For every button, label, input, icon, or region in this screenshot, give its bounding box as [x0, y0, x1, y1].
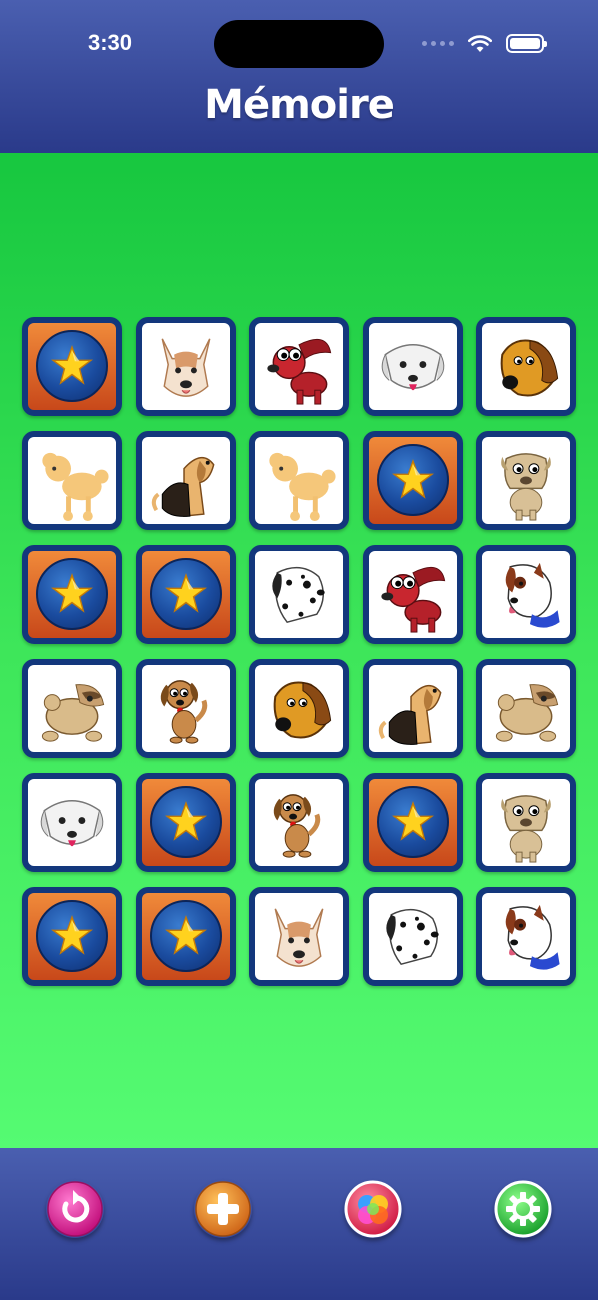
dalmatian-icon [385, 909, 439, 966]
star-icon [36, 558, 108, 630]
memory-card-face-down[interactable] [135, 545, 236, 644]
status-time: 3:30 [88, 30, 133, 55]
restart-icon [47, 1181, 103, 1237]
puppy-icon [273, 794, 321, 858]
shaggy-dog-icon [41, 684, 105, 742]
red-dog-icon [380, 566, 445, 633]
wifi-icon [468, 34, 492, 52]
pug-icon [501, 795, 551, 863]
game-board [0, 153, 598, 1148]
themes-button[interactable] [344, 1180, 402, 1238]
memory-card-dalmatian[interactable] [362, 887, 463, 986]
pitbull-icon [161, 338, 210, 397]
memory-card-bull-terrier[interactable] [476, 545, 576, 644]
memory-card-face-down[interactable] [135, 773, 236, 872]
memory-card-face-down[interactable] [22, 887, 122, 986]
memory-card-poodle[interactable] [249, 431, 349, 530]
memory-card-face-down[interactable] [135, 887, 236, 986]
poodle-icon [269, 452, 336, 522]
memory-card-puppy[interactable] [249, 773, 349, 872]
star-icon [36, 330, 108, 402]
memory-card-shaggy-dog[interactable] [22, 659, 122, 758]
memory-card-face-down[interactable] [362, 431, 463, 530]
gear-icon [494, 1180, 552, 1238]
star-icon [149, 786, 222, 858]
memory-card-shaggy-dog[interactable] [476, 659, 576, 758]
memory-card-beagle[interactable] [135, 431, 236, 530]
memory-card-red-dog[interactable] [249, 317, 349, 416]
memory-card-pitbull[interactable] [249, 887, 349, 986]
memory-card-beagle[interactable] [362, 659, 463, 758]
add-button[interactable] [194, 1180, 252, 1238]
card-grid [22, 317, 576, 986]
star-icon [36, 900, 108, 972]
memory-card-face-down[interactable] [22, 545, 122, 644]
memory-card-bull-terrier[interactable] [476, 887, 576, 986]
white-dog-icon [381, 344, 444, 391]
poodle-icon [42, 452, 109, 522]
beagle-icon [378, 685, 441, 745]
dalmatian-icon [272, 567, 325, 624]
shaggy-dog-icon [495, 684, 559, 742]
memory-card-pug[interactable] [476, 431, 576, 530]
brown-dog-icon [500, 339, 559, 397]
memory-card-white-dog[interactable] [22, 773, 122, 872]
memory-card-puppy[interactable] [135, 659, 236, 758]
memory-card-dalmatian[interactable] [249, 545, 349, 644]
signal-icon [422, 41, 454, 46]
page-title: Mémoire [204, 82, 395, 128]
beagle-icon [151, 457, 214, 517]
header: 3:30 Mémoire [0, 0, 598, 153]
plus-icon [195, 1181, 251, 1237]
dynamic-island [214, 20, 384, 68]
bottom-toolbar [0, 1148, 598, 1300]
star-icon [376, 444, 449, 516]
star-icon [149, 558, 222, 630]
white-dog-icon [40, 800, 104, 847]
memory-card-pug[interactable] [476, 773, 576, 872]
bull-terrier-icon [505, 904, 560, 970]
memory-card-poodle[interactable] [22, 431, 122, 530]
memory-card-red-dog[interactable] [362, 545, 463, 644]
puppy-icon [160, 680, 207, 744]
red-dog-icon [267, 338, 332, 405]
pug-icon [501, 453, 551, 521]
bull-terrier-icon [505, 562, 560, 628]
settings-button[interactable] [494, 1180, 552, 1238]
pitbull-icon [274, 908, 324, 967]
restart-button[interactable] [46, 1180, 104, 1238]
star-icon [376, 786, 449, 858]
memory-card-pitbull[interactable] [135, 317, 236, 416]
color-balls-icon [344, 1180, 402, 1238]
memory-card-brown-dog[interactable] [249, 659, 349, 758]
memory-card-brown-dog[interactable] [476, 317, 576, 416]
brown-dog-icon [273, 681, 332, 739]
star-icon [149, 900, 222, 972]
memory-card-white-dog[interactable] [362, 317, 463, 416]
battery-icon [506, 34, 547, 53]
status-icons [422, 34, 547, 53]
memory-card-face-down[interactable] [362, 773, 463, 872]
memory-card-face-down[interactable] [22, 317, 122, 416]
